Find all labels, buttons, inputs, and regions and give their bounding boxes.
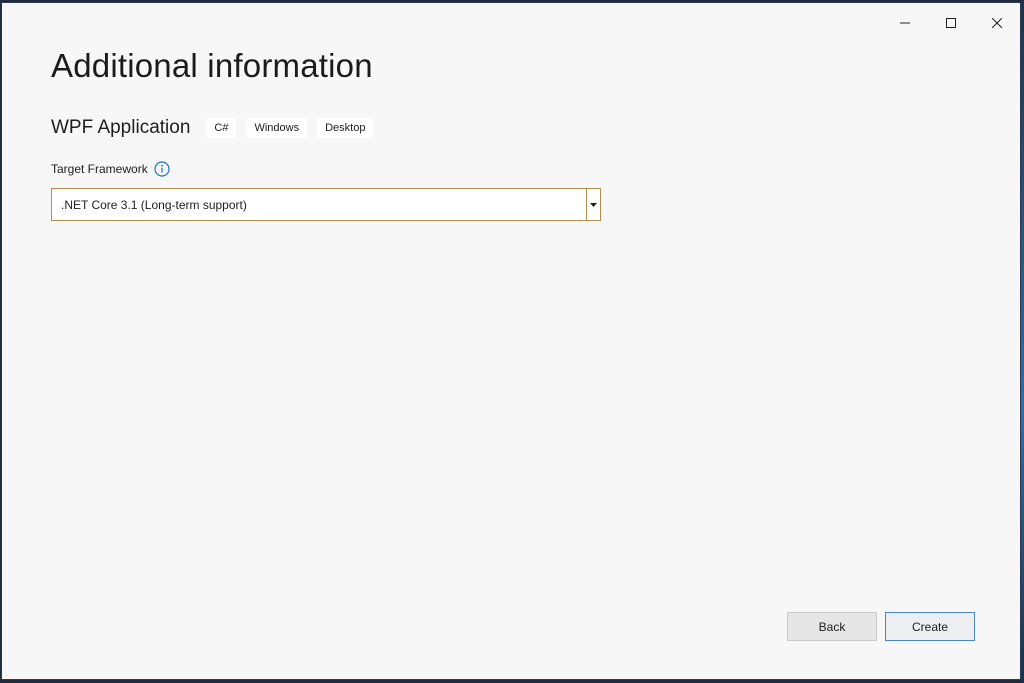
project-type-row: WPF Application C# Windows Desktop xyxy=(51,115,383,141)
chevron-down-icon xyxy=(590,202,597,207)
close-button[interactable] xyxy=(974,9,1020,37)
platform-tag: Windows xyxy=(246,118,308,138)
maximize-button[interactable] xyxy=(928,9,974,37)
target-framework-value: .NET Core 3.1 (Long-term support) xyxy=(61,197,247,212)
target-framework-dropdown[interactable]: .NET Core 3.1 (Long-term support) xyxy=(51,188,601,221)
minimize-button[interactable] xyxy=(882,9,928,37)
dropdown-arrow-button[interactable] xyxy=(586,189,600,220)
back-button[interactable]: Back xyxy=(787,612,877,641)
target-framework-label-row: Target Framework xyxy=(51,160,170,178)
maximize-icon xyxy=(946,18,956,28)
minimize-icon xyxy=(900,22,910,24)
create-button[interactable]: Create xyxy=(885,612,975,641)
dialog-window: Additional information WPF Application C… xyxy=(1,2,1021,680)
page-title: Additional information xyxy=(51,47,373,84)
close-icon xyxy=(992,18,1002,28)
project-kind-tag: Desktop xyxy=(317,118,374,138)
language-tag: C# xyxy=(206,118,237,138)
info-icon[interactable] xyxy=(154,161,170,177)
target-framework-label: Target Framework xyxy=(51,162,148,176)
project-type-name: WPF Application xyxy=(51,117,191,138)
